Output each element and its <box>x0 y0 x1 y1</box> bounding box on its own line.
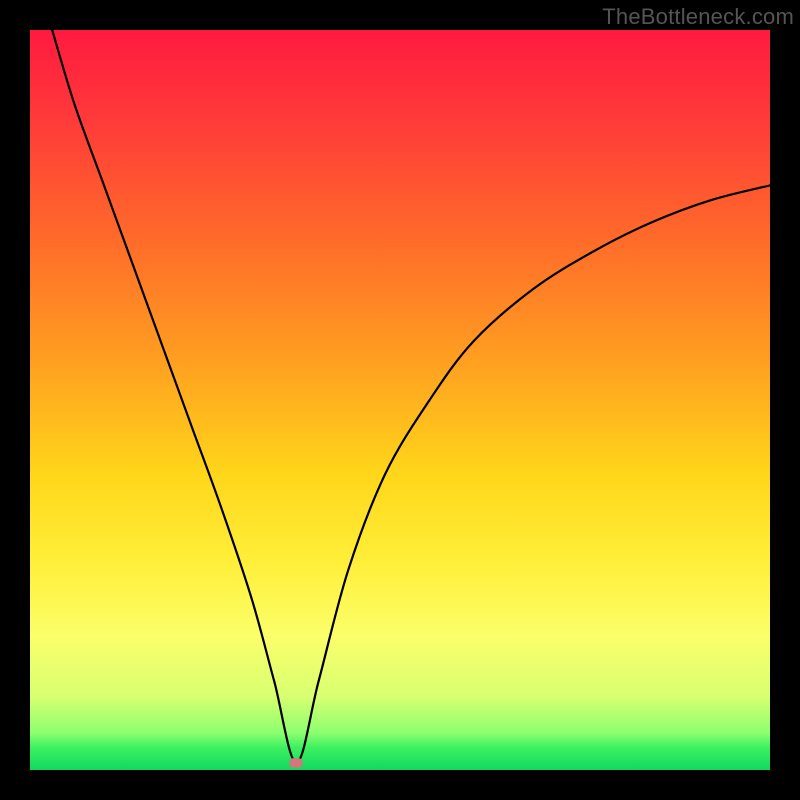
bottleneck-curve <box>52 30 770 763</box>
curve-svg <box>30 30 770 770</box>
chart-container: TheBottleneck.com <box>0 0 800 800</box>
plot-area <box>30 30 770 770</box>
watermark-label: TheBottleneck.com <box>602 4 794 30</box>
minimum-marker <box>289 758 303 768</box>
